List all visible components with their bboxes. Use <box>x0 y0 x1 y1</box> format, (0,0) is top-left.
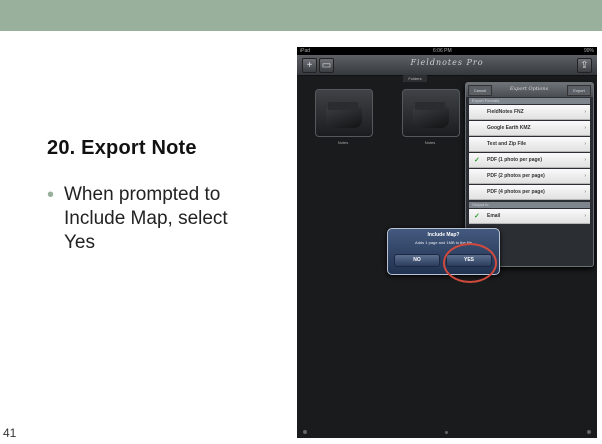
edit-icon[interactable]: ▭ <box>319 58 334 73</box>
status-bar: iPad 6:06 PM 99% <box>297 47 597 55</box>
checkmark-icon: ✓ <box>474 213 480 220</box>
folder-icon[interactable] <box>402 89 460 137</box>
format-item-pdf-1[interactable]: ✓ PDF (1 photo per page) › <box>469 153 590 168</box>
export-icon[interactable]: ⇪ <box>577 58 592 73</box>
bullet-icon: • <box>47 184 55 206</box>
folder-label: Notes <box>424 140 436 145</box>
folder-label: Notes <box>337 140 349 145</box>
status-time: 6:06 PM <box>433 48 452 54</box>
chevron-right-icon: › <box>584 141 586 147</box>
format-label: PDF (1 photo per page) <box>487 157 542 163</box>
popover-title: Export Options <box>509 86 549 92</box>
no-button[interactable]: NO <box>394 254 440 267</box>
format-label: PDF (4 photos per page) <box>487 189 545 195</box>
export-button[interactable]: Export <box>567 85 591 96</box>
format-item-pdf-2[interactable]: PDF (2 photos per page) › <box>469 169 590 184</box>
add-icon[interactable]: + <box>302 58 317 73</box>
output-item-email[interactable]: ✓ Email › <box>469 209 590 224</box>
output-label: Email <box>487 213 501 219</box>
slide-page-number: 41 <box>3 426 17 440</box>
ipad-screenshot: iPad 6:06 PM 99% + ▭ Fieldnotes Pro ⇪ Fo… <box>297 47 597 438</box>
status-battery: 99% <box>583 48 594 54</box>
section-export-formats: Export Formats <box>469 98 590 104</box>
section-output-to: Output to <box>469 202 590 208</box>
app-title: Fieldnotes Pro <box>410 58 484 67</box>
chevron-right-icon: › <box>584 109 586 115</box>
checkmark-icon: ✓ <box>474 157 480 164</box>
format-label: Text and Zip File <box>487 141 527 147</box>
chevron-right-icon: › <box>584 125 586 131</box>
settings-icon[interactable] <box>303 430 307 434</box>
alert-title: Include Map? <box>427 232 460 238</box>
format-label: FieldNotes FNZ <box>487 109 524 115</box>
format-label: PDF (2 photos per page) <box>487 173 545 179</box>
format-item-kmz[interactable]: Google Earth KMZ › <box>469 121 590 136</box>
format-item-text-zip[interactable]: Text and Zip File › <box>469 137 590 152</box>
format-label: Google Earth KMZ <box>487 125 531 131</box>
folder-icon[interactable] <box>315 89 373 137</box>
chevron-right-icon: › <box>584 173 586 179</box>
chevron-right-icon: › <box>584 213 586 219</box>
info-icon[interactable] <box>587 430 591 434</box>
app-navbar: + ▭ Fieldnotes Pro ⇪ <box>297 55 597 76</box>
format-item-pdf-4[interactable]: PDF (4 photos per page) › <box>469 185 590 200</box>
folders-tab[interactable]: Folders <box>403 75 427 82</box>
slide-top-bar <box>0 0 602 31</box>
status-device: iPad <box>300 48 311 54</box>
format-item-fnz[interactable]: FieldNotes FNZ › <box>469 105 590 120</box>
popover-header: Cancel Export Options Export <box>466 83 593 97</box>
page-dot-icon <box>445 431 448 434</box>
cancel-button[interactable]: Cancel <box>468 85 492 96</box>
chevron-right-icon: › <box>584 189 586 195</box>
chevron-right-icon: › <box>584 157 586 163</box>
bullet-text: When prompted to Include Map, select Yes <box>64 184 228 253</box>
highlight-circle <box>443 243 497 283</box>
slide-title: 20. Export Note <box>47 137 197 159</box>
